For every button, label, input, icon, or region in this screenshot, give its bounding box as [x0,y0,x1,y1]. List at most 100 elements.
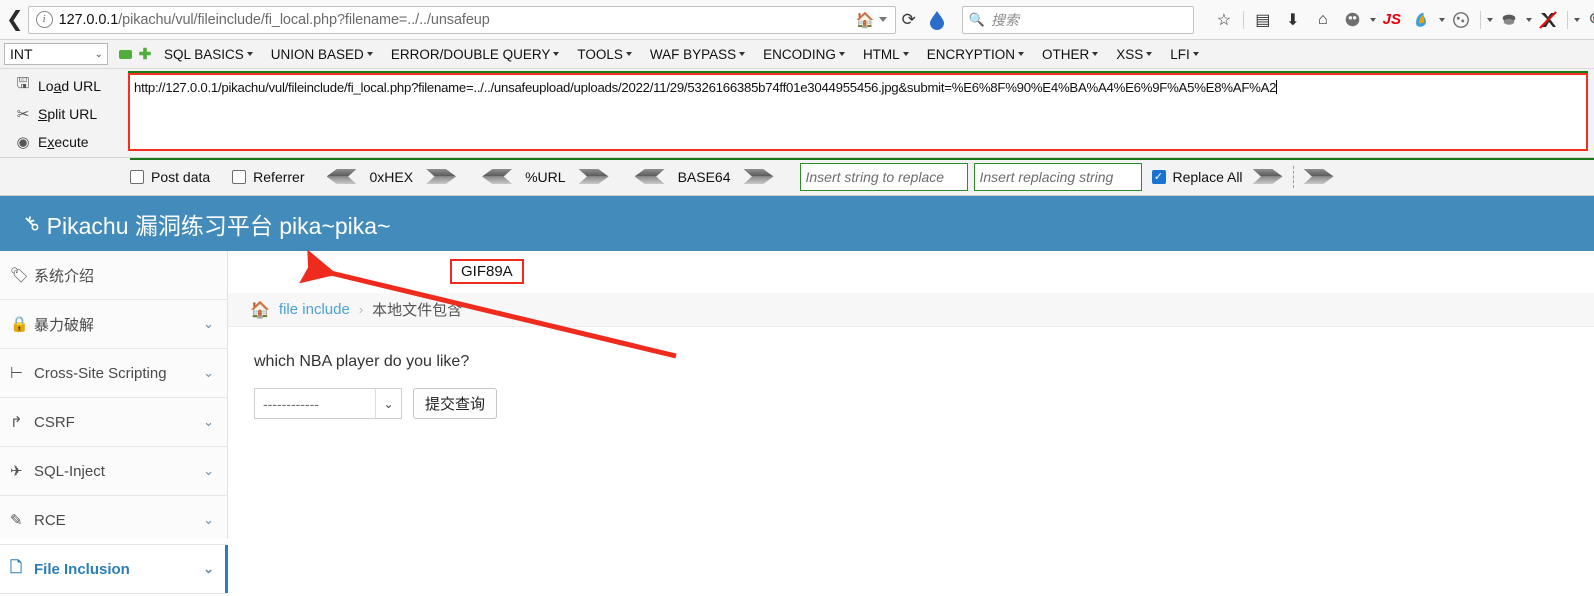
hackbar-type-select[interactable]: INT ⌄ [4,43,108,65]
hex-decode-button[interactable] [326,169,357,184]
chevron-down-icon[interactable]: ⌄ [203,316,214,332]
hackbar-url-textarea[interactable]: http://127.0.0.1/pikachu/vul/fileinclude… [128,71,1588,151]
player-select[interactable]: ------------ ⌄ [254,388,402,419]
load-url-button[interactable]: 🖫 Load URL [8,73,128,98]
chevron-down-icon[interactable]: ⌄ [203,512,214,528]
chevron-down-icon[interactable] [1525,17,1532,22]
address-bar[interactable]: i 127.0.0.1/pikachu/vul/fileinclude/fi_l… [27,5,896,34]
breadcrumb-current: 本地文件包含 [372,302,463,319]
menu-waf-bypass[interactable]: WAF BYPASS [641,47,754,62]
menu-tools[interactable]: TOOLS [568,47,641,62]
noscript-icon[interactable] [1534,5,1562,35]
site-info-icon[interactable]: i [35,11,53,28]
chevron-down-icon[interactable] [1486,17,1493,22]
library-icon[interactable]: ▤ [1249,5,1277,35]
encoder-hex: 0xHEX [326,169,457,185]
back-button[interactable]: ❮ [6,5,24,35]
replace-to-input[interactable]: Insert replacing string [973,162,1142,191]
base64-label: BASE64 [677,168,731,185]
divider [1242,10,1244,29]
wappalyzer-shape [1502,14,1516,25]
base64-encode-button[interactable] [743,169,774,184]
hackbar-options-row: Post data Referrer 0xHEX %URL BASE64 Ins… [0,158,1594,196]
replace-extra-button[interactable] [1303,169,1334,184]
chevron-down-icon[interactable] [1369,17,1376,22]
sidebar: 🏷 系统介绍 🔒 暴力破解 ⌄ ⊢ Cross-Site Scripting ⌄… [0,251,228,594]
sidebar-item-label: Cross-Site Scripting [34,364,167,382]
js-icon[interactable]: JS [1378,5,1406,35]
sidebar-item-csrf[interactable]: ↱ CSRF ⌄ [0,398,227,447]
submit-button[interactable]: 提交查询 [413,388,498,419]
sidebar-item-label: 暴力破解 [34,316,95,334]
menu-html[interactable]: HTML [854,47,918,62]
form-row: ------------ ⌄ 提交查询 [254,388,1594,419]
url-encode-button[interactable] [578,169,609,184]
load-url-label: Load URL [38,77,102,94]
url-path: /pikachu/vul/fileinclude/fi_local.php?fi… [118,11,490,28]
referrer-option[interactable]: Referrer [232,169,305,185]
menu-xss[interactable]: XSS [1107,47,1161,62]
hackbar-url-value: http://127.0.0.1/pikachu/vul/fileinclude… [130,75,1586,97]
hackbar-toggle-icon[interactable] [928,10,946,30]
chevron-down-icon[interactable] [1573,17,1580,22]
cookie-icon[interactable] [1447,5,1475,35]
hackbar-url-string: http://127.0.0.1/pikachu/vul/fileinclude… [134,80,1277,95]
chevron-down-icon[interactable]: ⌄ [203,365,214,381]
sidebar-item-intro[interactable]: 🏷 系统介绍 [0,251,227,300]
replace-from-placeholder: Insert string to replace [805,168,945,185]
menu-encryption[interactable]: ENCRYPTION [918,47,1033,62]
search-placeholder: 搜索 [991,11,1020,28]
chevron-down-icon[interactable]: ⌄ [203,561,214,577]
magnifier-icon[interactable]: M [1582,5,1594,35]
caret-down-icon [553,52,560,56]
reload-button[interactable]: ⟳ [902,5,916,35]
home-icon[interactable]: ⌂ [1309,5,1337,35]
post-data-checkbox[interactable] [130,169,144,184]
firebug-icon[interactable] [1408,5,1436,35]
execute-button[interactable]: ◉ Execute [8,129,128,154]
replace-from-input[interactable]: Insert string to replace [799,162,968,191]
remove-tab-button[interactable] [119,49,132,59]
sidebar-item-label: 系统介绍 [34,267,95,285]
menu-error-double-query[interactable]: ERROR/DOUBLE QUERY [382,47,569,62]
star-icon[interactable]: ☆ [1210,5,1238,35]
hex-encode-button[interactable] [426,169,457,184]
menu-sql-basics[interactable]: SQL BASICS [155,47,262,62]
ghost-shape [1346,12,1360,27]
sidebar-item-rce[interactable]: ✎ RCE ⌄ [0,496,227,545]
replace-all-option[interactable]: ✓ Replace All [1151,169,1243,185]
hackbar-type-value: INT [10,46,33,62]
chevron-down-icon[interactable] [878,17,887,22]
home-page-icon[interactable]: 🏠 [856,11,875,29]
menu-other[interactable]: OTHER [1033,47,1107,62]
chevron-down-icon[interactable]: ⌄ [203,414,214,430]
sidebar-item-bruteforce[interactable]: 🔒 暴力破解 ⌄ [0,300,227,349]
menu-union-based[interactable]: UNION BASED [262,47,382,62]
chevron-down-icon[interactable]: ⌄ [203,463,214,479]
post-data-option[interactable]: Post data [130,169,210,185]
menu-label: ENCRYPTION [926,46,1015,62]
add-tab-button[interactable]: ✚ [138,46,152,63]
sidebar-item-sql-inject[interactable]: ✈ SQL-Inject ⌄ [0,447,227,496]
sidebar-item-label: CSRF [34,413,75,431]
split-url-button[interactable]: ✂ Split URL [8,101,128,126]
breadcrumb-link[interactable]: file include [279,301,350,318]
referrer-checkbox[interactable] [232,169,247,184]
app-brand: ⚷ Pikachu 漏洞练习平台 pika~pika~ [19,207,391,241]
menu-encoding[interactable]: ENCODING [754,47,854,62]
search-input[interactable]: 🔍 搜索 [961,5,1194,34]
replace-all-checkbox[interactable]: ✓ [1151,169,1166,184]
address-bar-text: 127.0.0.1/pikachu/vul/fileinclude/fi_loc… [59,12,854,28]
sidebar-item-file-inclusion[interactable]: 🗋 File Inclusion ⌄ [0,545,228,594]
wappalyzer-icon[interactable] [1495,5,1523,35]
chevron-down-icon[interactable] [1438,17,1445,22]
menu-lfi[interactable]: LFI [1161,47,1208,62]
download-icon[interactable]: ⬇ [1279,5,1307,35]
magnifier-key-icon: ⚷ [18,210,45,237]
ghost-icon[interactable] [1339,5,1367,35]
base64-decode-button[interactable] [634,169,665,184]
menu-label: ERROR/DOUBLE QUERY [390,46,551,62]
replace-apply-button[interactable] [1252,169,1283,184]
url-decode-button[interactable] [482,169,513,184]
sidebar-item-xss[interactable]: ⊢ Cross-Site Scripting ⌄ [0,349,227,398]
